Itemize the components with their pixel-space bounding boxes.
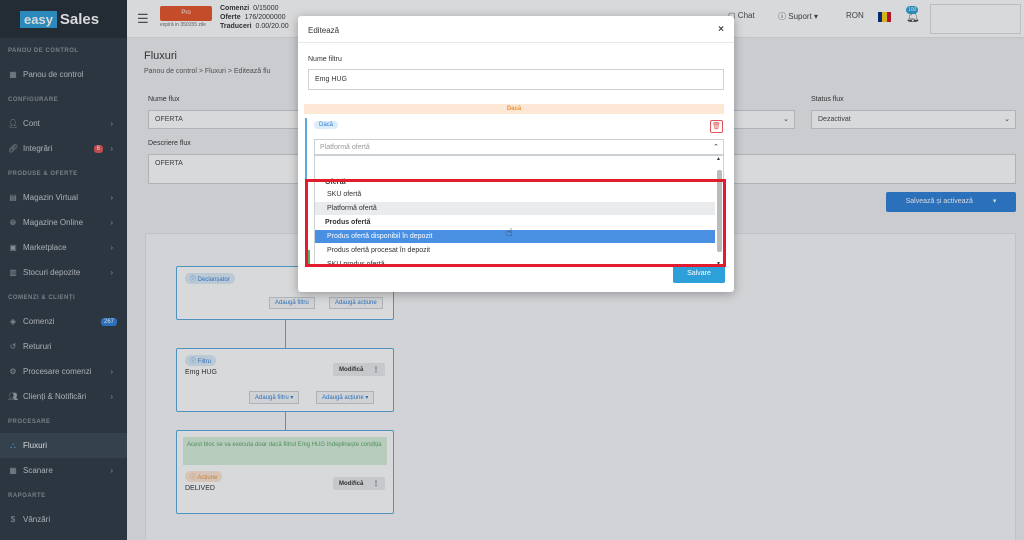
hand-cursor-icon: ☝︎ (506, 227, 513, 239)
if-section-header: Dacă (304, 104, 724, 114)
modal-divider (298, 42, 734, 43)
scroll-up-icon[interactable]: ▲ (716, 156, 721, 162)
trash-icon[interactable]: 🗑︎ (710, 120, 723, 133)
highlight-annotation (305, 179, 726, 267)
condition-field-select[interactable]: Platformă ofertă ⌃ (314, 139, 724, 155)
chevron-up-icon: ⌃ (713, 144, 719, 151)
filter-name-input[interactable]: Emg HUG (308, 69, 724, 90)
save-button[interactable]: Salvare (673, 265, 725, 283)
if-tag: Dacă (314, 121, 339, 129)
close-icon[interactable]: × (718, 24, 724, 35)
modal-title: Editează (308, 26, 340, 35)
filter-name-label: Nume filtru (308, 56, 342, 63)
